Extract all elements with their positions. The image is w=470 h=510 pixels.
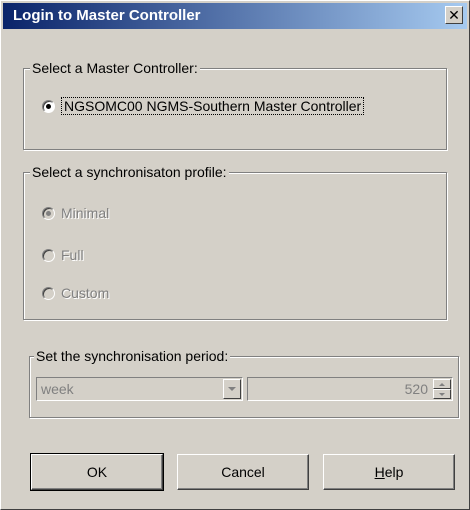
period-unit-value: week [41, 381, 74, 397]
controller-option-label: NGSOMC00 NGMS-Southern Master Controller [61, 97, 365, 115]
profile-option-full[interactable]: Full [42, 247, 84, 263]
login-dialog: Login to Master Controller ✕ Select a Ma… [0, 0, 470, 510]
profile-option-custom[interactable]: Custom [42, 285, 109, 301]
sync-period-group: Set the synchronisation period: week 520 [29, 348, 459, 418]
dropdown-button[interactable] [223, 379, 241, 399]
radio-selected-dot [46, 103, 51, 109]
help-label-rest: elp [384, 464, 404, 480]
help-button-label: Help [375, 464, 404, 480]
minimal-radio[interactable] [42, 206, 55, 220]
radio-selected-dot [46, 210, 51, 216]
profile-option-label: Full [61, 247, 84, 263]
period-count-value: 520 [404, 381, 428, 397]
close-icon: ✕ [448, 7, 460, 23]
cancel-button[interactable]: Cancel [177, 454, 309, 490]
profile-option-label: Custom [61, 285, 110, 301]
arrow-up-icon [439, 382, 445, 386]
help-button[interactable]: Help [323, 454, 455, 490]
master-controller-group: Select a Master Controller: NGSOMC00 NGM… [23, 60, 447, 150]
help-accelerator: H [374, 464, 385, 480]
spin-up-button[interactable] [433, 379, 451, 389]
spin-down-button[interactable] [433, 389, 451, 399]
chevron-down-icon [228, 387, 236, 391]
sync-profile-group: Select a synchronisaton profile: Minimal… [23, 164, 447, 320]
window-title: Login to Master Controller [13, 7, 201, 24]
sync-profile-group-label: Select a synchronisaton profile: [30, 164, 229, 180]
profile-option-minimal[interactable]: Minimal [42, 205, 109, 221]
title-bar[interactable]: Login to Master Controller ✕ [3, 3, 467, 29]
controller-option[interactable]: NGSOMC00 NGMS-Southern Master Controller [42, 97, 365, 115]
period-unit-select[interactable]: week [36, 377, 243, 401]
profile-option-label: Minimal [61, 205, 110, 221]
cancel-button-label: Cancel [221, 464, 265, 480]
ok-button[interactable]: OK [30, 453, 164, 491]
custom-radio[interactable] [42, 286, 55, 300]
period-count-spinner[interactable]: 520 [247, 377, 453, 401]
full-radio[interactable] [42, 248, 55, 262]
ok-button-label: OK [86, 464, 108, 480]
close-button[interactable]: ✕ [445, 6, 463, 24]
controller-radio[interactable] [42, 99, 55, 113]
sync-period-group-label: Set the synchronisation period: [34, 348, 231, 364]
arrow-down-icon [439, 392, 445, 396]
master-controller-group-label: Select a Master Controller: [30, 60, 200, 76]
